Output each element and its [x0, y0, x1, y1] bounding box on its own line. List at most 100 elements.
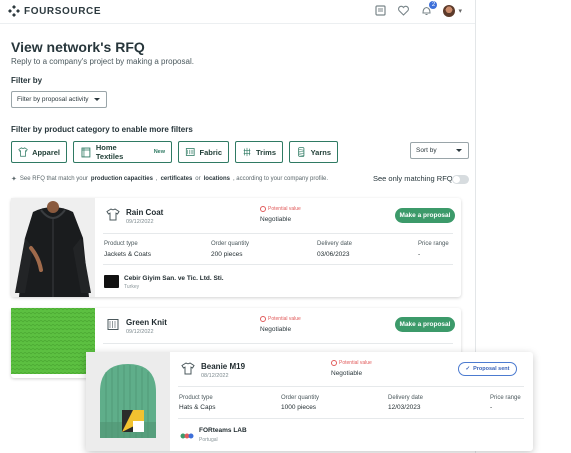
towel-icon [81, 147, 91, 158]
company-logo [180, 433, 194, 439]
category-yarns-button[interactable]: Yarns [289, 141, 338, 163]
shirt-icon [106, 208, 120, 221]
col-product-type: Product type [104, 241, 138, 247]
divider [103, 264, 453, 265]
delivery-value: 12/03/2023 [388, 404, 421, 411]
potential-value-label: Potential value [268, 206, 301, 212]
proposal-sent-button[interactable]: ✓ Proposal sent [458, 362, 517, 376]
quantity-value: 200 pieces [211, 251, 243, 258]
heart-icon[interactable] [397, 4, 410, 17]
col-price-range: Price range [490, 395, 521, 401]
category-label: Apparel [32, 147, 60, 157]
quantity-value: 1000 pieces [281, 404, 317, 411]
page-subtitle: Reply to a company's project by making a… [11, 57, 194, 66]
company-name[interactable]: FORteams LAB [199, 427, 247, 434]
rfq-card[interactable]: Rain Coat 09/12/2022 Potential value Neg… [11, 198, 461, 297]
product-name: Beanie M19 [201, 362, 246, 371]
price-negotiable: Negotiable [260, 326, 292, 333]
hint-production-capacities: production capacities [90, 176, 153, 182]
hint-or: or [195, 176, 201, 182]
category-fabric-button[interactable]: Fabric [178, 141, 229, 163]
company-country: Turkey [124, 284, 140, 290]
potential-value: Potential value [331, 360, 372, 366]
product-image [11, 308, 95, 374]
product-date: 08/12/2022 [201, 373, 229, 379]
category-apparel-button[interactable]: Apparel [11, 141, 67, 163]
category-home-textiles-button[interactable]: Home Textiles New [73, 141, 172, 163]
rain-coat-image [11, 198, 95, 297]
price-value: - [490, 404, 493, 411]
sort-by-label: Sort by [416, 147, 437, 154]
beanie-image [86, 352, 170, 451]
category-label: Home Textiles [95, 143, 124, 161]
price-negotiable: Negotiable [260, 216, 292, 223]
fabric-roll-icon [107, 319, 119, 330]
fabric-roll-icon [185, 148, 195, 156]
col-delivery-date: Delivery date [388, 395, 424, 401]
product-type-value: Jackets & Coats [104, 251, 151, 258]
divider [103, 233, 453, 234]
chevron-down-icon [94, 98, 100, 101]
notification-badge: 2 [429, 1, 438, 9]
green-knit-image [11, 308, 95, 374]
potential-value: Potential value [260, 316, 301, 322]
logo-mark-icon [8, 5, 20, 17]
col-price-range: Price range [418, 241, 449, 247]
price-value: - [418, 251, 421, 258]
potential-value-label: Potential value [268, 316, 301, 322]
rfq-card-floating[interactable]: Beanie M19 08/12/2022 Potential value Ne… [86, 352, 533, 451]
proposal-sent-label: Proposal sent [473, 366, 510, 372]
new-badge: New [153, 149, 165, 155]
filter-by-label: Filter by [11, 76, 43, 85]
sort-by-select[interactable]: Sort by [410, 142, 469, 159]
chevron-down-icon[interactable]: ▾ [458, 7, 462, 15]
top-icons: 2 ▾ [374, 1, 462, 17]
company-name[interactable]: Cebir Giyim San. ve Tic. Ltd. Sti. [124, 275, 224, 282]
potential-value-icon [260, 316, 266, 322]
category-label: Fabric [199, 147, 222, 157]
category-filter-label: Filter by product category to enable mor… [11, 125, 193, 134]
product-image [86, 352, 170, 451]
only-matching-label: See only matching RFQ [373, 174, 453, 183]
col-delivery-date: Delivery date [317, 241, 353, 247]
shirt-icon [181, 362, 195, 375]
page-title: View network's RFQ [11, 39, 145, 55]
hint-suffix: , according to your company profile. [232, 176, 329, 182]
col-order-quantity: Order quantity [211, 241, 250, 247]
make-proposal-button[interactable]: Make a proposal [395, 317, 455, 332]
potential-value-icon [260, 206, 266, 212]
shirt-icon [18, 147, 28, 157]
product-type-value: Hats & Caps [179, 404, 216, 411]
hint-text: See RFQ that match your [19, 176, 88, 182]
potential-value: Potential value [260, 206, 301, 212]
category-label: Yarns [310, 147, 331, 157]
col-order-quantity: Order quantity [281, 395, 320, 401]
product-date: 09/12/2022 [126, 329, 154, 335]
category-label: Trims [255, 147, 276, 157]
company-country: Portugal [199, 437, 218, 443]
category-trims-button[interactable]: Trims [235, 141, 283, 163]
catalog-icon[interactable] [374, 4, 387, 17]
proposal-activity-select[interactable]: Filter by proposal activity [11, 91, 107, 108]
trims-icon [243, 147, 251, 157]
notification-bell[interactable]: 2 [420, 1, 438, 17]
product-name: Green Knit [126, 318, 167, 327]
sparkle-icon: ✦ [11, 176, 17, 183]
chevron-down-icon [456, 149, 462, 152]
product-name: Rain Coat [126, 208, 164, 217]
make-proposal-button[interactable]: Make a proposal [395, 208, 455, 223]
top-bar: FOURSOURCE 2 ▾ [0, 0, 475, 24]
only-matching-toggle[interactable] [452, 175, 469, 184]
product-image [11, 198, 95, 297]
product-date: 09/12/2022 [126, 219, 154, 225]
logo[interactable]: FOURSOURCE [8, 5, 101, 17]
price-negotiable: Negotiable [331, 370, 363, 377]
yarn-icon [298, 147, 305, 157]
divider [178, 386, 524, 387]
avatar[interactable] [443, 4, 456, 17]
company-logo [104, 275, 119, 288]
matching-hint: ✦ See RFQ that match your production cap… [11, 175, 328, 183]
hint-certificates: certificates [160, 176, 193, 182]
potential-value-label: Potential value [339, 360, 372, 366]
divider [178, 418, 524, 419]
